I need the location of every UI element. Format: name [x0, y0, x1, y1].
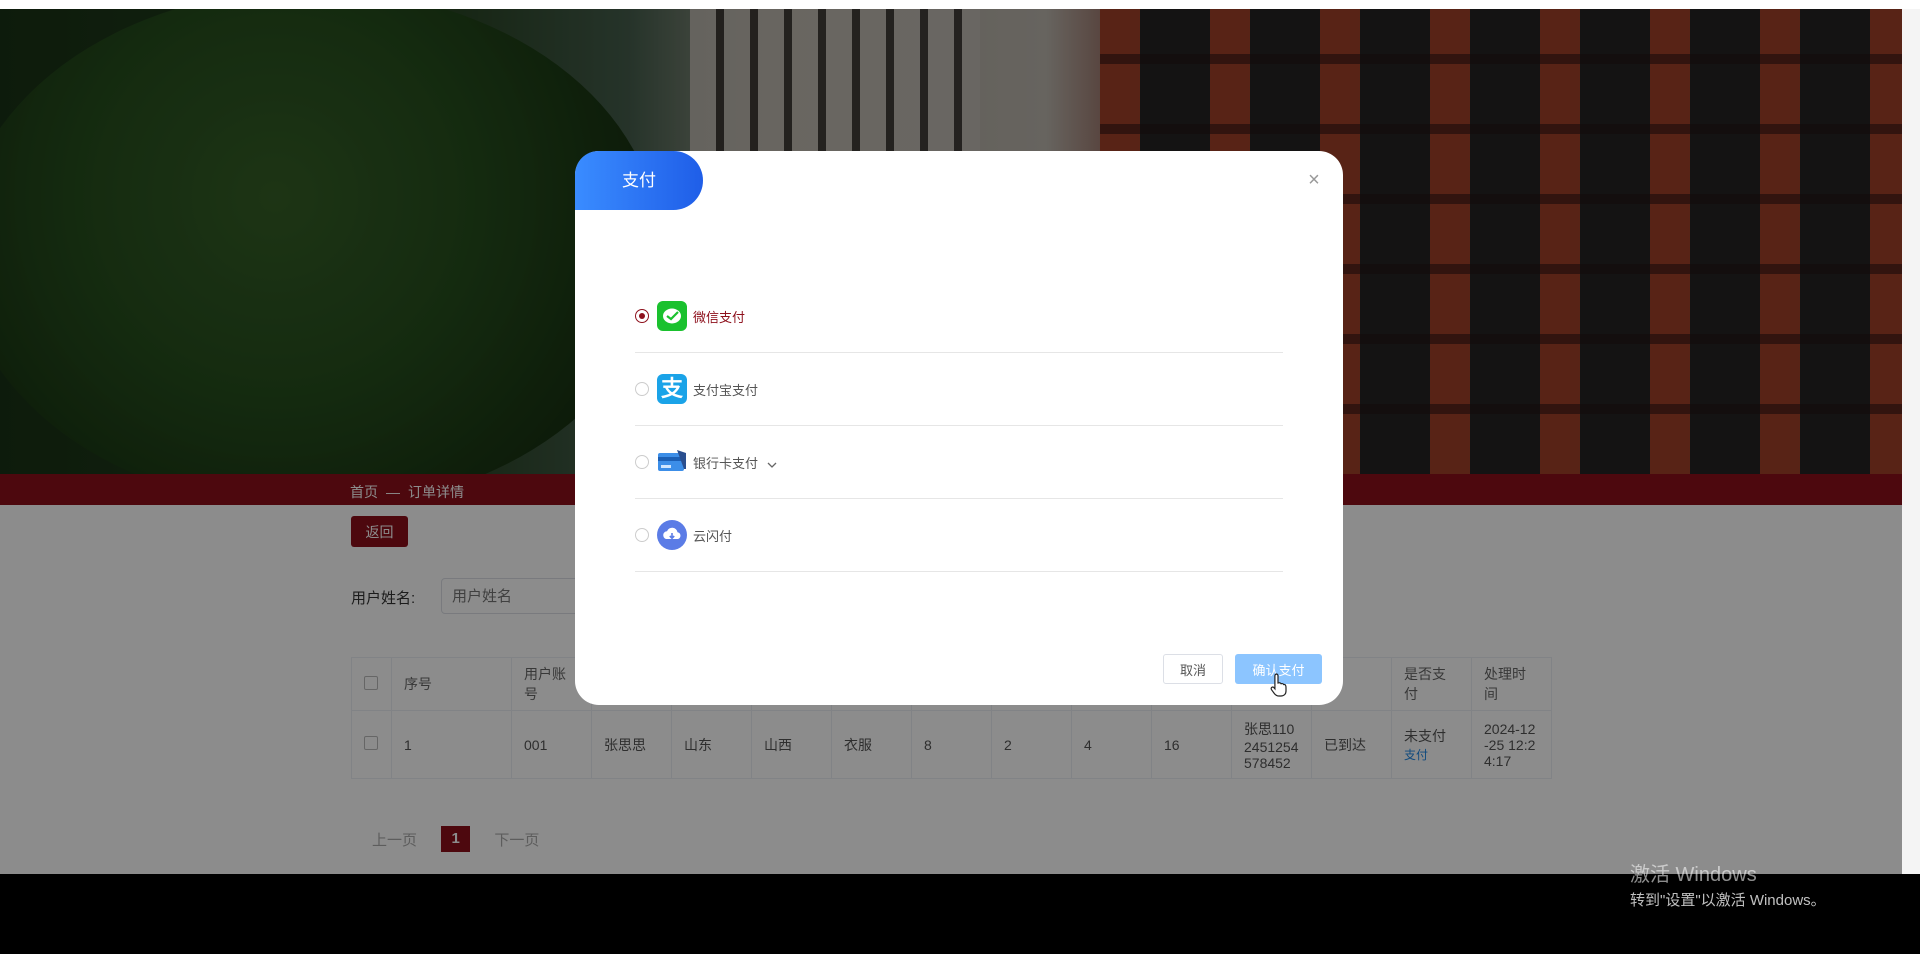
payment-option-bank-card[interactable]: 银行卡支付	[635, 426, 1283, 499]
watermark-line1: 激活 Windows	[1630, 864, 1757, 886]
watermark-line2: 转到"设置"以激活 Windows。	[1630, 892, 1826, 909]
option-label-alipay: 支付宝支付	[693, 383, 759, 398]
top-strip	[0, 0, 1920, 9]
option-label-wechat: 微信支付	[693, 310, 746, 325]
option-label-unionpay: 云闪付	[693, 529, 733, 544]
dialog-title: 支付	[575, 151, 703, 210]
radio-bank-card[interactable]	[635, 455, 649, 469]
hand-cursor-icon	[1270, 673, 1287, 697]
wechat-pay-icon	[657, 301, 687, 331]
payment-option-wechat[interactable]: 微信支付	[635, 280, 1283, 353]
scrollbar-track[interactable]	[1902, 9, 1920, 874]
radio-unionpay[interactable]	[635, 528, 649, 542]
unionpay-cloud-icon	[657, 520, 687, 550]
payment-option-alipay[interactable]: 支 支付宝支付	[635, 353, 1283, 426]
option-label-bank-card: 银行卡支付	[693, 453, 778, 472]
close-icon[interactable]: ×	[1303, 169, 1325, 191]
windows-activation-watermark: 激活 Windows 转到"设置"以激活 Windows。	[1630, 858, 1826, 910]
cancel-button[interactable]: 取消	[1163, 654, 1223, 684]
payment-option-unionpay[interactable]: 云闪付	[635, 499, 1283, 572]
radio-wechat[interactable]	[635, 309, 649, 323]
bank-card-icon	[657, 447, 687, 477]
radio-alipay[interactable]	[635, 382, 649, 396]
alipay-icon: 支	[657, 374, 687, 404]
chevron-down-icon[interactable]	[766, 460, 778, 470]
payment-dialog: 支付 × 微信支付 支 支付宝支付 银行卡支付 云闪付 取消 确认支付	[575, 151, 1343, 705]
